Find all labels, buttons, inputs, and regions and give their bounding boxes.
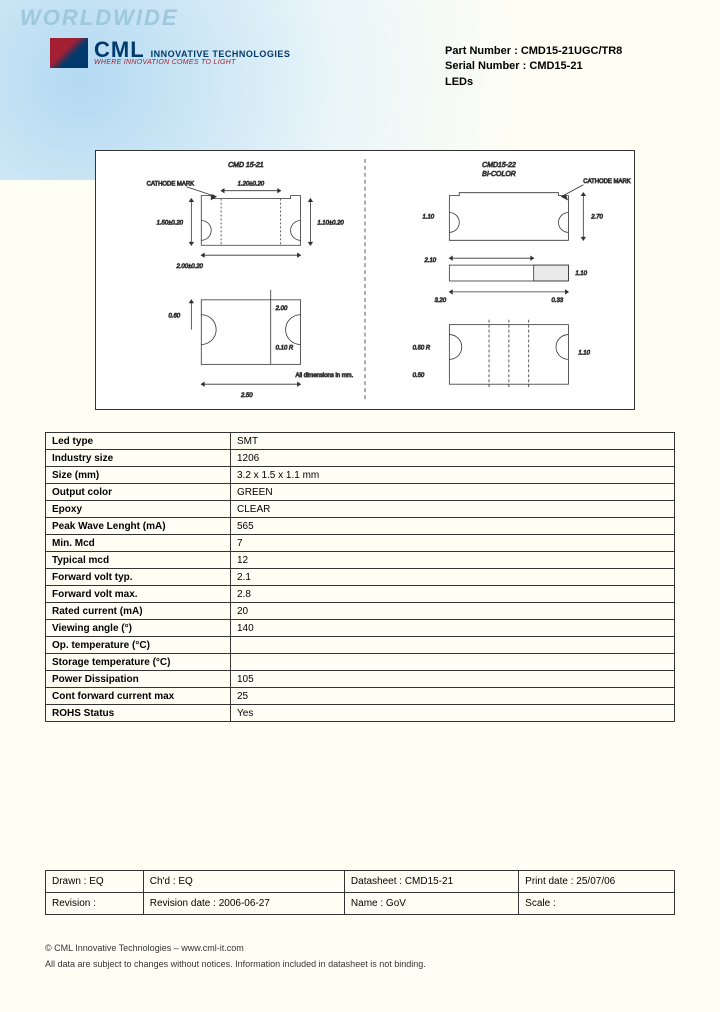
spec-label: Viewing angle (°) (46, 620, 231, 637)
tb-datasheet: Datasheet : CMD15-21 (344, 871, 518, 893)
table-row: Viewing angle (°)140 (46, 620, 675, 637)
logo-block: CML INNOVATIVE TECHNOLOGIES WHERE INNOVA… (50, 38, 290, 68)
category: LEDs (445, 75, 622, 90)
spec-label: Storage temperature (°C) (46, 654, 231, 671)
table-row: Size (mm)3.2 x 1.5 x 1.1 mm (46, 467, 675, 484)
table-row: Op. temperature (°C) (46, 637, 675, 654)
spec-value: SMT (231, 433, 675, 450)
table-row: ROHS StatusYes (46, 705, 675, 722)
tb-chd: Ch'd : EQ (143, 871, 344, 893)
table-row: Storage temperature (°C) (46, 654, 675, 671)
footer-copyright: © CML Innovative Technologies – www.cml-… (45, 940, 426, 956)
spec-label: Rated current (mA) (46, 603, 231, 620)
spec-label: Output color (46, 484, 231, 501)
spec-label: ROHS Status (46, 705, 231, 722)
svg-text:CMD15-22: CMD15-22 (482, 162, 516, 169)
svg-text:0.50 R: 0.50 R (413, 345, 431, 351)
header-info: Part Number : CMD15-21UGC/TR8 Serial Num… (445, 44, 622, 90)
svg-text:0.33: 0.33 (552, 298, 564, 304)
table-row: Industry size1206 (46, 450, 675, 467)
svg-text:BI-COLOR: BI-COLOR (482, 171, 516, 178)
table-row: Peak Wave Lenght (mA)565 (46, 518, 675, 535)
spec-value: Yes (231, 705, 675, 722)
spec-label: Led type (46, 433, 231, 450)
spec-value: 105 (231, 671, 675, 688)
svg-text:CATHODE MARK: CATHODE MARK (583, 179, 630, 185)
logo-tagline-2: WHERE INNOVATION COMES TO LIGHT (94, 59, 290, 66)
svg-text:2.70: 2.70 (590, 214, 603, 220)
spec-label: Typical mcd (46, 552, 231, 569)
spec-label: Min. Mcd (46, 535, 231, 552)
spec-label: Peak Wave Lenght (mA) (46, 518, 231, 535)
logo-name: CML (94, 40, 145, 60)
spec-value: CLEAR (231, 501, 675, 518)
tb-revision: Revision : (46, 893, 144, 915)
spec-value: 20 (231, 603, 675, 620)
table-row: Forward volt max.2.8 (46, 586, 675, 603)
watermark-worldwide: WORLDWIDE (20, 5, 179, 31)
svg-text:1.50±0.20: 1.50±0.20 (157, 220, 184, 226)
spec-label: Epoxy (46, 501, 231, 518)
technical-diagram: CMD 15-21 CMD15-22 BI-COLOR CATHODE MARK… (95, 150, 635, 410)
spec-table: Led typeSMTIndustry size1206Size (mm)3.2… (45, 432, 675, 722)
svg-text:1.10±0.20: 1.10±0.20 (317, 220, 344, 226)
spec-value: GREEN (231, 484, 675, 501)
table-row: Forward volt typ.2.1 (46, 569, 675, 586)
spec-label: Cont forward current max (46, 688, 231, 705)
svg-text:0.10 R: 0.10 R (276, 345, 294, 351)
tb-revdate: Revision date : 2006-06-27 (143, 893, 344, 915)
tb-drawn: Drawn : EQ (46, 871, 144, 893)
spec-label: Industry size (46, 450, 231, 467)
spec-value: 12 (231, 552, 675, 569)
part-number-label: Part Number : (445, 45, 518, 57)
table-row: EpoxyCLEAR (46, 501, 675, 518)
svg-text:1.10: 1.10 (423, 214, 435, 220)
svg-text:1.10: 1.10 (575, 271, 587, 277)
footer-disclaimer: All data are subject to changes without … (45, 956, 426, 972)
serial-number-label: Serial Number : (445, 60, 526, 72)
spec-value (231, 654, 675, 671)
table-row: Min. Mcd7 (46, 535, 675, 552)
svg-text:2.50: 2.50 (240, 393, 253, 399)
table-row: Led typeSMT (46, 433, 675, 450)
table-row: Rated current (mA)20 (46, 603, 675, 620)
logo-icon (50, 38, 88, 68)
svg-text:3.20: 3.20 (434, 298, 446, 304)
svg-text:All dimensions in mm.: All dimensions in mm. (296, 373, 354, 379)
spec-label: Forward volt max. (46, 586, 231, 603)
spec-value (231, 637, 675, 654)
table-row: Cont forward current max25 (46, 688, 675, 705)
logo-tagline-1: INNOVATIVE TECHNOLOGIES (151, 49, 291, 59)
spec-label: Power Dissipation (46, 671, 231, 688)
svg-text:2.00: 2.00 (275, 306, 288, 312)
table-row: Output colorGREEN (46, 484, 675, 501)
spec-value: 7 (231, 535, 675, 552)
footer-notes: © CML Innovative Technologies – www.cml-… (45, 940, 426, 972)
spec-label: Size (mm) (46, 467, 231, 484)
svg-text:2.10: 2.10 (424, 258, 437, 264)
svg-text:1.10: 1.10 (578, 350, 590, 356)
table-row: Power Dissipation105 (46, 671, 675, 688)
svg-text:CMD 15-21: CMD 15-21 (228, 162, 264, 169)
spec-label: Forward volt typ. (46, 569, 231, 586)
spec-label: Op. temperature (°C) (46, 637, 231, 654)
spec-value: 2.8 (231, 586, 675, 603)
spec-value: 25 (231, 688, 675, 705)
svg-text:2.00±0.20: 2.00±0.20 (175, 264, 203, 270)
svg-text:1.20±0.20: 1.20±0.20 (238, 182, 265, 188)
svg-text:0.50: 0.50 (413, 373, 425, 379)
tb-printdate: Print date : 25/07/06 (519, 871, 675, 893)
spec-value: 565 (231, 518, 675, 535)
spec-value: 3.2 x 1.5 x 1.1 mm (231, 467, 675, 484)
title-block-table: Drawn : EQ Ch'd : EQ Datasheet : CMD15-2… (45, 870, 675, 915)
spec-value: 2.1 (231, 569, 675, 586)
tb-name: Name : GoV (344, 893, 518, 915)
spec-value: 1206 (231, 450, 675, 467)
serial-number-value: CMD15-21 (529, 60, 582, 72)
tb-scale: Scale : (519, 893, 675, 915)
table-row: Typical mcd12 (46, 552, 675, 569)
svg-text:0.60: 0.60 (169, 314, 181, 320)
spec-value: 140 (231, 620, 675, 637)
part-number-value: CMD15-21UGC/TR8 (521, 45, 622, 57)
